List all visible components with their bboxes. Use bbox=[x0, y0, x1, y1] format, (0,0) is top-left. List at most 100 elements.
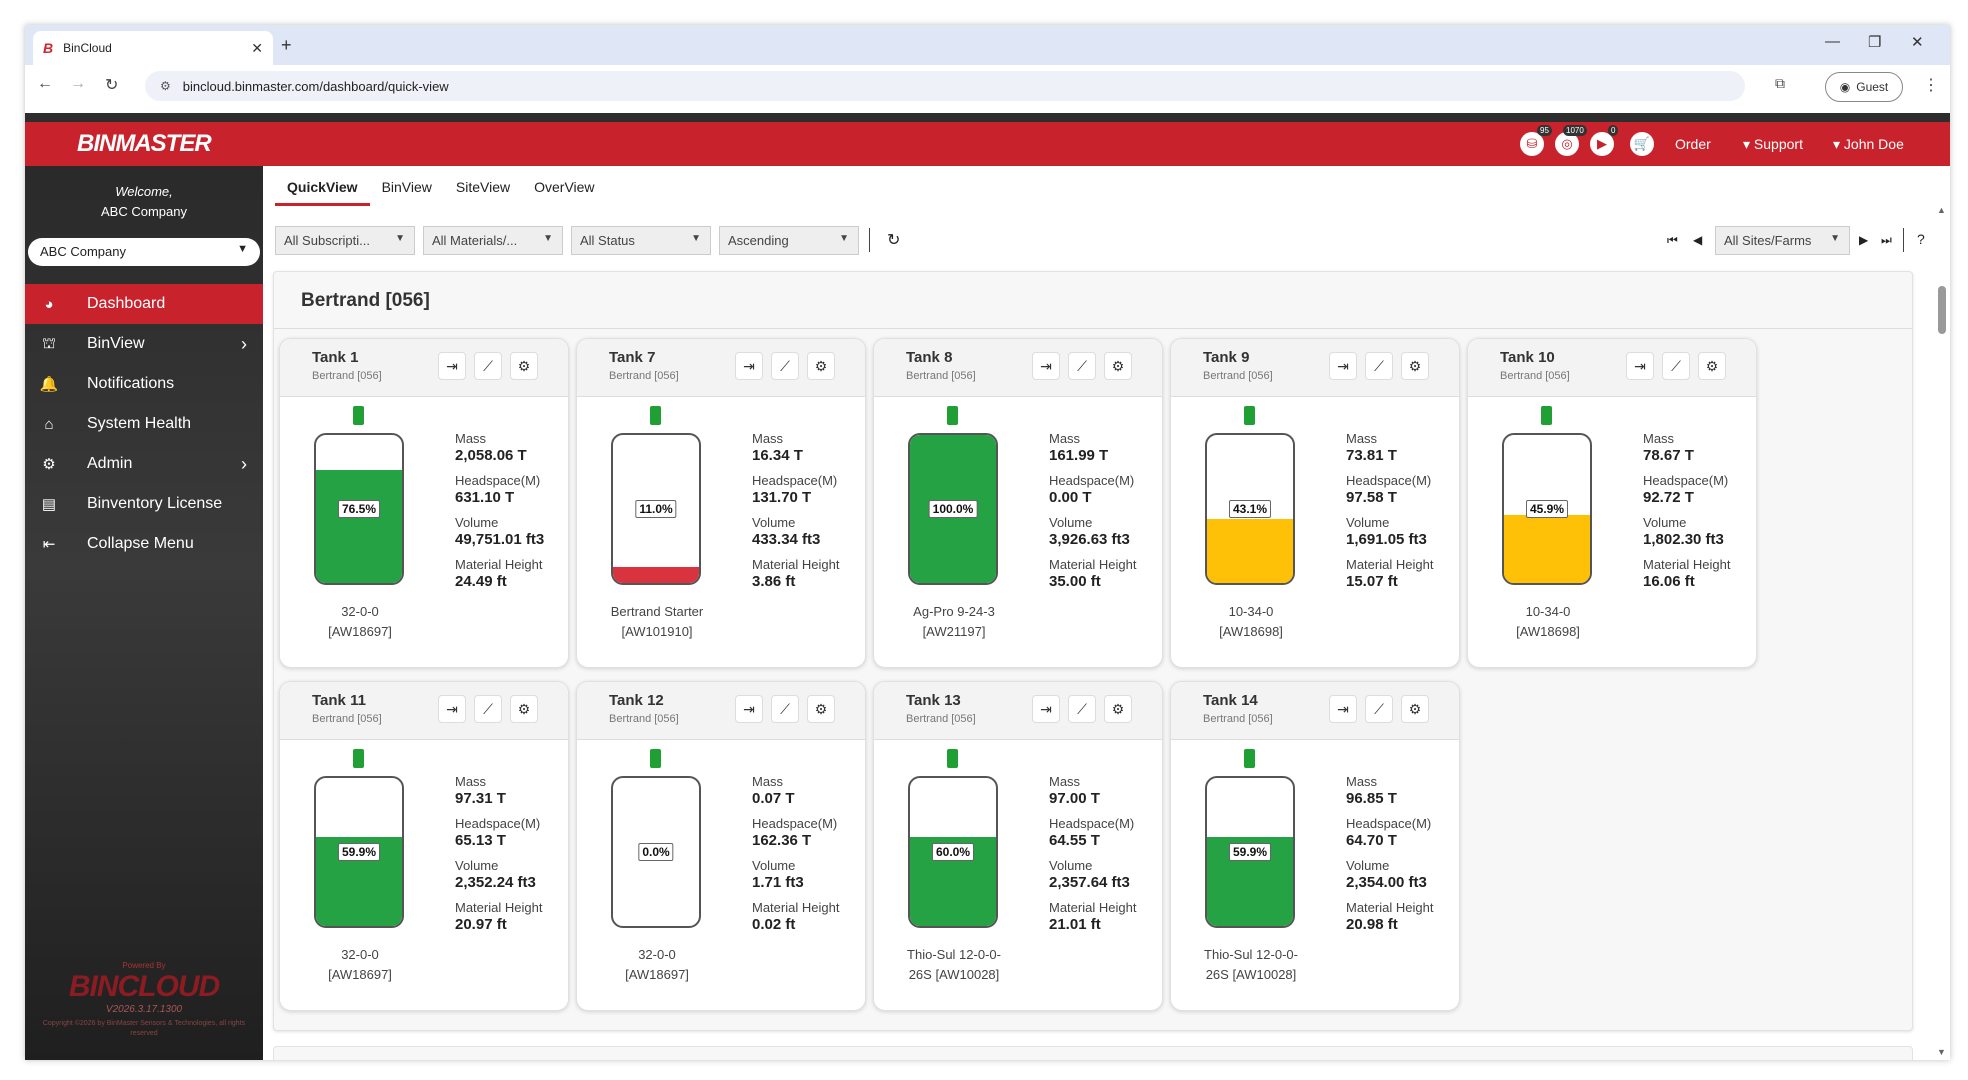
sidebar-item-binview[interactable]: ⛫ BinView › bbox=[25, 324, 263, 364]
tab-overview[interactable]: OverView bbox=[522, 166, 606, 206]
stat-label-volume: Volume bbox=[752, 515, 796, 530]
open-tank-icon[interactable]: ⇥ bbox=[735, 352, 763, 380]
tab-siteview[interactable]: SiteView bbox=[444, 166, 522, 206]
fill-percent-label: 0.0% bbox=[638, 843, 674, 861]
tank-card-header: Tank 9 Bertrand [056] ⇥ ⟋ ⚙ bbox=[1171, 339, 1459, 397]
browser-tab[interactable]: B BinCloud ✕ bbox=[33, 31, 273, 65]
trend-chart-icon[interactable]: ⟋ bbox=[1068, 695, 1096, 723]
url-input[interactable]: ⚙ bincloud.binmaster.com/dashboard/quick… bbox=[145, 71, 1745, 101]
sidebar-item-binventory-license[interactable]: ▤ Binventory License bbox=[25, 484, 263, 524]
tank-site: Bertrand [056] bbox=[609, 370, 679, 382]
tab-quickview[interactable]: QuickView bbox=[275, 166, 370, 206]
vertical-scrollbar[interactable]: ▲ ▼ bbox=[1937, 205, 1946, 1057]
settings-gear-icon[interactable]: ⚙ bbox=[807, 695, 835, 723]
sidebar-item-system-health[interactable]: ⌂ System Health bbox=[25, 404, 263, 444]
order-link[interactable]: Order bbox=[1675, 136, 1711, 152]
material-name: Bertrand Starter [AW101910] bbox=[582, 602, 732, 642]
sidebar-item-collapse-menu[interactable]: ⇤ Collapse Menu bbox=[25, 524, 263, 564]
stat-value-mass: 73.81 T bbox=[1346, 447, 1397, 464]
settings-gear-icon[interactable]: ⚙ bbox=[807, 352, 835, 380]
stat-label-volume: Volume bbox=[1346, 515, 1390, 530]
cart-icon[interactable]: 🛒 bbox=[1630, 132, 1654, 156]
trend-chart-icon[interactable]: ⟋ bbox=[1068, 352, 1096, 380]
site-info-icon[interactable]: ⚙ bbox=[160, 79, 171, 93]
trend-chart-icon[interactable]: ⟋ bbox=[771, 352, 799, 380]
trend-chart-icon[interactable]: ⟋ bbox=[771, 695, 799, 723]
open-tank-icon[interactable]: ⇥ bbox=[1032, 352, 1060, 380]
tank-card-header: Tank 12 Bertrand [056] ⇥ ⟋ ⚙ bbox=[577, 682, 865, 740]
forward-icon[interactable]: → bbox=[70, 75, 86, 93]
user-menu[interactable]: ▾ John Doe bbox=[1833, 136, 1904, 153]
tank-card-header: Tank 13 Bertrand [056] ⇥ ⟋ ⚙ bbox=[874, 682, 1162, 740]
filter-bar: All Subscripti... ▼ All Materials/... ▼ … bbox=[275, 226, 1935, 256]
material-name: 32-0-0 [AW18697] bbox=[582, 945, 732, 985]
first-page-icon[interactable]: ⏮ bbox=[1667, 233, 1678, 248]
open-tank-icon[interactable]: ⇥ bbox=[735, 695, 763, 723]
trend-chart-icon[interactable]: ⟋ bbox=[1662, 352, 1690, 380]
support-menu[interactable]: ▾ Support bbox=[1743, 136, 1803, 153]
sites-select[interactable]: All Sites/Farms ▼ bbox=[1715, 226, 1850, 255]
minimize-icon[interactable]: — bbox=[1825, 33, 1840, 50]
tab-binview[interactable]: BinView bbox=[370, 166, 444, 206]
settings-gear-icon[interactable]: ⚙ bbox=[1698, 352, 1726, 380]
restore-icon[interactable]: ❐ bbox=[1868, 33, 1881, 51]
material-name: Thio-Sul 12-0-0- 26S [AW10028] bbox=[1176, 945, 1326, 985]
stat-label-mass: Mass bbox=[1643, 431, 1675, 446]
company-select[interactable]: ABC Company ▼ bbox=[28, 238, 260, 266]
tank-site: Bertrand [056] bbox=[312, 370, 382, 382]
settings-gear-icon[interactable]: ⚙ bbox=[1401, 352, 1429, 380]
profile-button[interactable]: ◉ Guest bbox=[1825, 72, 1903, 102]
back-icon[interactable]: ← bbox=[37, 75, 53, 93]
trend-chart-icon[interactable]: ⟋ bbox=[1365, 352, 1393, 380]
user-name: John Doe bbox=[1843, 136, 1904, 152]
materials-select[interactable]: All Materials/... ▼ bbox=[423, 226, 563, 255]
help-button[interactable]: ? bbox=[1917, 231, 1925, 247]
open-tank-icon[interactable]: ⇥ bbox=[438, 695, 466, 723]
tank-level-gauge: 59.9% bbox=[314, 776, 404, 928]
close-window-icon[interactable]: ✕ bbox=[1911, 33, 1924, 51]
sidebar-item-dashboard[interactable]: ◕ Dashboard bbox=[25, 284, 263, 324]
open-tank-icon[interactable]: ⇥ bbox=[1329, 352, 1357, 380]
browser-menu-icon[interactable]: ⋮ bbox=[1923, 75, 1939, 95]
stat-label-height: Material Height bbox=[1049, 557, 1137, 572]
settings-gear-icon[interactable]: ⚙ bbox=[510, 695, 538, 723]
tank-name: Tank 13 bbox=[906, 692, 961, 709]
binmaster-logo[interactable]: BINMASTER bbox=[77, 130, 212, 158]
stat-label-mass: Mass bbox=[752, 431, 784, 446]
scroll-up-icon[interactable]: ▲ bbox=[1937, 205, 1946, 215]
cast-icon[interactable]: ⧉ bbox=[1775, 75, 1785, 92]
reload-icon[interactable]: ↻ bbox=[105, 75, 118, 95]
tank-card-header: Tank 10 Bertrand [056] ⇥ ⟋ ⚙ bbox=[1468, 339, 1756, 397]
status-select[interactable]: All Status ▼ bbox=[571, 226, 711, 255]
scroll-down-icon[interactable]: ▼ bbox=[1937, 1047, 1946, 1057]
sort-select[interactable]: Ascending ▼ bbox=[719, 226, 859, 255]
stat-label-height: Material Height bbox=[1346, 900, 1434, 915]
stat-value-volume: 2,352.24 ft3 bbox=[455, 874, 536, 891]
close-tab-icon[interactable]: ✕ bbox=[251, 40, 263, 57]
settings-gear-icon[interactable]: ⚙ bbox=[1104, 352, 1132, 380]
stat-label-volume: Volume bbox=[752, 858, 796, 873]
open-tank-icon[interactable]: ⇥ bbox=[1626, 352, 1654, 380]
trend-chart-icon[interactable]: ⟋ bbox=[474, 695, 502, 723]
open-tank-icon[interactable]: ⇥ bbox=[438, 352, 466, 380]
stat-value-height: 24.49 ft bbox=[455, 573, 507, 590]
refresh-icon[interactable]: ↻ bbox=[887, 230, 900, 250]
scrollbar-thumb[interactable] bbox=[1938, 286, 1946, 334]
subscriptions-select[interactable]: All Subscripti... ▼ bbox=[275, 226, 415, 255]
settings-gear-icon[interactable]: ⚙ bbox=[510, 352, 538, 380]
prev-page-icon[interactable]: ◀ bbox=[1693, 233, 1702, 247]
sidebar-item-admin[interactable]: ⚙ Admin › bbox=[25, 444, 263, 484]
next-page-icon[interactable]: ▶ bbox=[1859, 233, 1868, 247]
tank-name: Tank 8 bbox=[906, 349, 953, 366]
sidebar-item-notifications[interactable]: 🔔 Notifications bbox=[25, 364, 263, 404]
settings-gear-icon[interactable]: ⚙ bbox=[1401, 695, 1429, 723]
last-page-icon[interactable]: ⏭ bbox=[1881, 233, 1892, 248]
sidebar-item-label: BinView bbox=[87, 335, 145, 352]
new-tab-button[interactable]: + bbox=[281, 35, 292, 56]
trend-chart-icon[interactable]: ⟋ bbox=[1365, 695, 1393, 723]
trend-chart-icon[interactable]: ⟋ bbox=[474, 352, 502, 380]
tank-site: Bertrand [056] bbox=[906, 370, 976, 382]
open-tank-icon[interactable]: ⇥ bbox=[1329, 695, 1357, 723]
settings-gear-icon[interactable]: ⚙ bbox=[1104, 695, 1132, 723]
open-tank-icon[interactable]: ⇥ bbox=[1032, 695, 1060, 723]
